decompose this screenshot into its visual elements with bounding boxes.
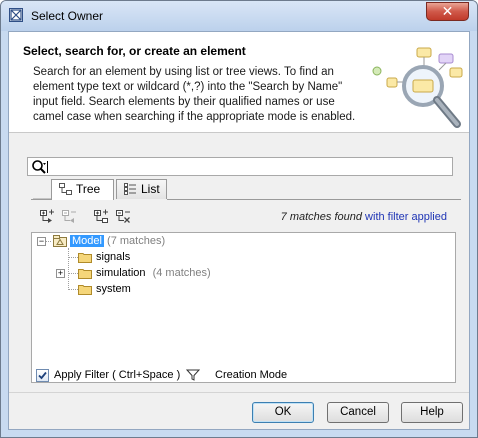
app-icon bbox=[9, 8, 23, 22]
tree-node-count: (4 matches) bbox=[152, 267, 211, 279]
header-title: Select, search for, or create an element bbox=[23, 44, 246, 58]
folder-icon bbox=[78, 253, 92, 263]
tree-node-count: (7 matches) bbox=[107, 235, 166, 247]
creation-mode-toggle[interactable]: Creation Mode bbox=[215, 369, 287, 381]
tree-node-simulation[interactable]: simulation (4 matches) bbox=[96, 265, 211, 281]
match-count: 7 matches found bbox=[280, 211, 362, 223]
cancel-button[interactable]: Cancel bbox=[327, 402, 389, 423]
search-by-name-input[interactable] bbox=[27, 157, 453, 176]
tree-node-model[interactable]: Model (7 matches) bbox=[70, 233, 165, 249]
tree-connector bbox=[69, 289, 78, 290]
collapse-toggle[interactable]: − bbox=[37, 237, 46, 246]
collapse-all-icon[interactable] bbox=[61, 208, 77, 224]
expand-selected-icon[interactable] bbox=[93, 208, 109, 224]
checkmark-icon bbox=[38, 371, 47, 380]
dialog-body: Select, search for, or create an element… bbox=[8, 31, 470, 430]
tree-node-label: simulation bbox=[96, 267, 146, 279]
ok-button[interactable]: OK bbox=[252, 402, 314, 423]
tree-node-label: Model bbox=[70, 235, 104, 247]
tree-connector bbox=[69, 273, 78, 274]
tree-node-system[interactable]: system bbox=[96, 281, 131, 297]
tree-node-label: signals bbox=[96, 251, 131, 263]
element-tree[interactable]: − Model (7 matches) signals + simulation… bbox=[31, 232, 456, 383]
folder-icon bbox=[78, 269, 92, 279]
tree-connector bbox=[69, 257, 78, 258]
search-icon bbox=[32, 160, 46, 174]
tree-connector bbox=[46, 241, 51, 242]
tree-node-label: system bbox=[96, 283, 131, 295]
help-button[interactable]: Help bbox=[401, 402, 463, 423]
tree-node-signals[interactable]: signals bbox=[96, 249, 130, 265]
tab-list[interactable]: List bbox=[116, 179, 167, 199]
dialog-header: Select, search for, or create an element… bbox=[9, 32, 469, 133]
tree-view-icon bbox=[59, 183, 72, 195]
tree-connector bbox=[68, 248, 69, 290]
window-title: Select Owner bbox=[31, 9, 104, 23]
text-caret bbox=[47, 161, 48, 173]
apply-filter-label[interactable]: Apply Filter ( Ctrl+Space ) bbox=[54, 369, 180, 381]
expand-toggle[interactable]: + bbox=[56, 269, 65, 278]
match-summary: 7 matches found with filter applied bbox=[281, 211, 447, 223]
tab-strip-line-right bbox=[167, 199, 461, 200]
search-elements-illustration-icon bbox=[372, 47, 463, 128]
folder-icon bbox=[78, 285, 92, 295]
close-button[interactable]: ✕ bbox=[426, 2, 469, 21]
list-view-icon bbox=[124, 183, 136, 195]
tab-list-label: List bbox=[141, 182, 160, 196]
filter-icon[interactable] bbox=[186, 368, 200, 382]
close-icon: ✕ bbox=[441, 3, 454, 19]
model-package-icon bbox=[53, 235, 67, 247]
tab-tree[interactable]: Tree bbox=[51, 179, 114, 200]
header-description: Search for an element by using list or t… bbox=[33, 66, 356, 123]
select-owner-dialog: Select Owner ✕ Select, search for, or cr… bbox=[0, 0, 478, 438]
footer-divider bbox=[9, 392, 469, 393]
tab-tree-label: Tree bbox=[76, 182, 101, 196]
title-bar: Select Owner ✕ bbox=[1, 1, 477, 31]
apply-filter-checkbox[interactable] bbox=[36, 369, 49, 382]
collapse-selected-icon[interactable] bbox=[115, 208, 131, 224]
filter-applied-link[interactable]: with filter applied bbox=[362, 211, 447, 223]
expand-all-icon[interactable] bbox=[39, 208, 55, 224]
